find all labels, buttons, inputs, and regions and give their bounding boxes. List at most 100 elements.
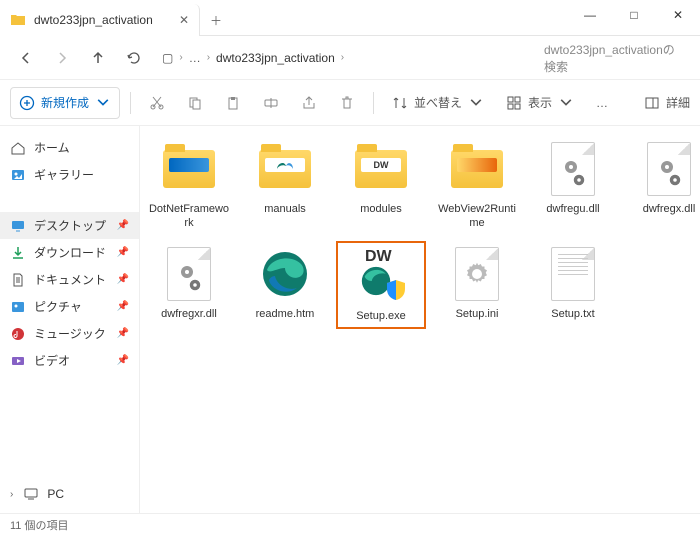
sidebar-item-pc[interactable]: › PC: [0, 481, 139, 507]
back-button[interactable]: [10, 42, 42, 74]
window-tab[interactable]: dwto233jpn_activation ✕: [0, 4, 200, 36]
share-button[interactable]: [293, 88, 325, 118]
item-dll-dwfregxr[interactable]: dwfregxr.dll: [144, 241, 234, 329]
new-tab-button[interactable]: ＋: [200, 4, 232, 36]
item-label: Setup.txt: [551, 307, 594, 321]
forward-button[interactable]: [46, 42, 78, 74]
item-label: dwfregu.dll: [546, 202, 599, 216]
item-dll-dwfregx[interactable]: dwfregx.dll: [624, 136, 700, 235]
sidebar-item-documents[interactable]: ドキュメント 📌: [0, 266, 139, 293]
cut-button[interactable]: [141, 88, 173, 118]
sidebar-item-label: ホーム: [34, 139, 70, 156]
pc-icon: ▢: [162, 51, 173, 65]
chevron-right-icon: ›: [341, 52, 344, 63]
sort-button[interactable]: 並べ替え: [384, 88, 492, 118]
documents-icon: [10, 272, 26, 288]
pin-icon: 📌: [117, 328, 129, 339]
dll-icon: [157, 245, 221, 303]
item-setup-exe[interactable]: DW Setup.exe: [336, 241, 426, 329]
copy-button[interactable]: [179, 88, 211, 118]
cut-icon: [149, 95, 165, 111]
more-button[interactable]: …: [588, 88, 616, 118]
home-icon: [10, 140, 26, 156]
breadcrumb-current[interactable]: dwto233jpn_activation: [216, 51, 335, 65]
item-label: WebView2Runtime: [436, 202, 518, 231]
sidebar-item-desktop[interactable]: デスクトップ 📌: [0, 212, 139, 239]
up-button[interactable]: [82, 42, 114, 74]
details-label: 詳細: [666, 94, 690, 111]
item-folder-manuals[interactable]: manuals: [240, 136, 330, 235]
delete-button[interactable]: [331, 88, 363, 118]
item-label: readme.htm: [256, 307, 315, 321]
dll-icon: [541, 140, 605, 198]
item-setup-ini[interactable]: Setup.ini: [432, 241, 522, 329]
item-dll-dwfregu[interactable]: dwfregu.dll: [528, 136, 618, 235]
sidebar: ホーム ギャラリー デスクトップ 📌 ダウンロード 📌 ドキュメント: [0, 126, 140, 513]
item-label: dwfregxr.dll: [161, 307, 217, 321]
sidebar-item-gallery[interactable]: ギャラリー: [0, 161, 139, 188]
minimize-button[interactable]: —: [568, 0, 612, 30]
chevron-down-icon: [468, 95, 484, 111]
plus-circle-icon: [19, 95, 35, 111]
nav-bar: ▢ › … › dwto233jpn_activation › dwto233j…: [0, 36, 700, 80]
downloads-icon: [10, 245, 26, 261]
sidebar-item-label: ドキュメント: [34, 271, 106, 288]
folder-icon: [157, 140, 221, 198]
sidebar-item-pictures[interactable]: ピクチャ 📌: [0, 293, 139, 320]
ini-icon: [445, 245, 509, 303]
tab-title: dwto233jpn_activation: [34, 13, 153, 27]
separator: [373, 92, 374, 114]
item-folder-dotnet[interactable]: DotNetFramework: [144, 136, 234, 235]
pin-icon: 📌: [117, 274, 129, 285]
address-bar[interactable]: ▢ › … › dwto233jpn_activation ›: [154, 47, 536, 69]
item-label: Setup.ini: [456, 307, 499, 321]
sidebar-item-label: ビデオ: [34, 352, 70, 369]
desktop-icon: [10, 218, 26, 234]
sidebar-item-label: ギャラリー: [34, 166, 94, 183]
item-setup-txt[interactable]: Setup.txt: [528, 241, 618, 329]
maximize-button[interactable]: □: [612, 0, 656, 30]
new-button[interactable]: 新規作成: [10, 87, 120, 119]
sidebar-item-videos[interactable]: ビデオ 📌: [0, 347, 139, 374]
folder-icon: [253, 140, 317, 198]
rename-button[interactable]: [255, 88, 287, 118]
file-grid[interactable]: DotNetFramework manuals DW modules WebVi…: [140, 126, 700, 513]
folder-icon: DW: [349, 140, 413, 198]
share-icon: [301, 95, 317, 111]
pin-icon: 📌: [117, 301, 129, 312]
search-input[interactable]: dwto233jpn_activationの検索: [540, 37, 690, 79]
sidebar-item-label: ミュージック: [34, 325, 106, 342]
title-bar: dwto233jpn_activation ✕ ＋ — □ ✕: [0, 0, 700, 36]
sidebar-item-home[interactable]: ホーム: [0, 134, 139, 161]
item-label: manuals: [264, 202, 306, 216]
item-count: 11 個の項目: [10, 517, 68, 533]
status-bar: 11 個の項目: [0, 513, 700, 535]
view-label: 表示: [528, 94, 552, 111]
refresh-button[interactable]: [118, 42, 150, 74]
paste-button[interactable]: [217, 88, 249, 118]
edge-icon: [253, 245, 317, 303]
pin-icon: 📌: [117, 247, 129, 258]
tab-close-icon[interactable]: ✕: [179, 13, 189, 27]
item-folder-modules[interactable]: DW modules: [336, 136, 426, 235]
folder-icon: [445, 140, 509, 198]
sidebar-item-label: ダウンロード: [34, 244, 106, 261]
pin-icon: 📌: [117, 220, 129, 231]
sidebar-item-music[interactable]: ミュージック 📌: [0, 320, 139, 347]
chevron-right-icon: ›: [179, 52, 182, 63]
item-folder-webview[interactable]: WebView2Runtime: [432, 136, 522, 235]
sort-icon: [392, 95, 408, 111]
new-label: 新規作成: [41, 94, 89, 111]
view-button[interactable]: 表示: [498, 88, 582, 118]
details-pane-icon: [644, 95, 660, 111]
item-readme[interactable]: readme.htm: [240, 241, 330, 329]
sidebar-item-downloads[interactable]: ダウンロード 📌: [0, 239, 139, 266]
chevron-right-icon: ›: [10, 489, 13, 500]
dll-icon: [637, 140, 700, 198]
close-button[interactable]: ✕: [656, 0, 700, 30]
uac-shield-icon: [387, 280, 405, 300]
breadcrumb-more[interactable]: …: [189, 51, 201, 65]
separator: [130, 92, 131, 114]
paste-icon: [225, 95, 241, 111]
details-button[interactable]: 詳細: [644, 94, 690, 111]
